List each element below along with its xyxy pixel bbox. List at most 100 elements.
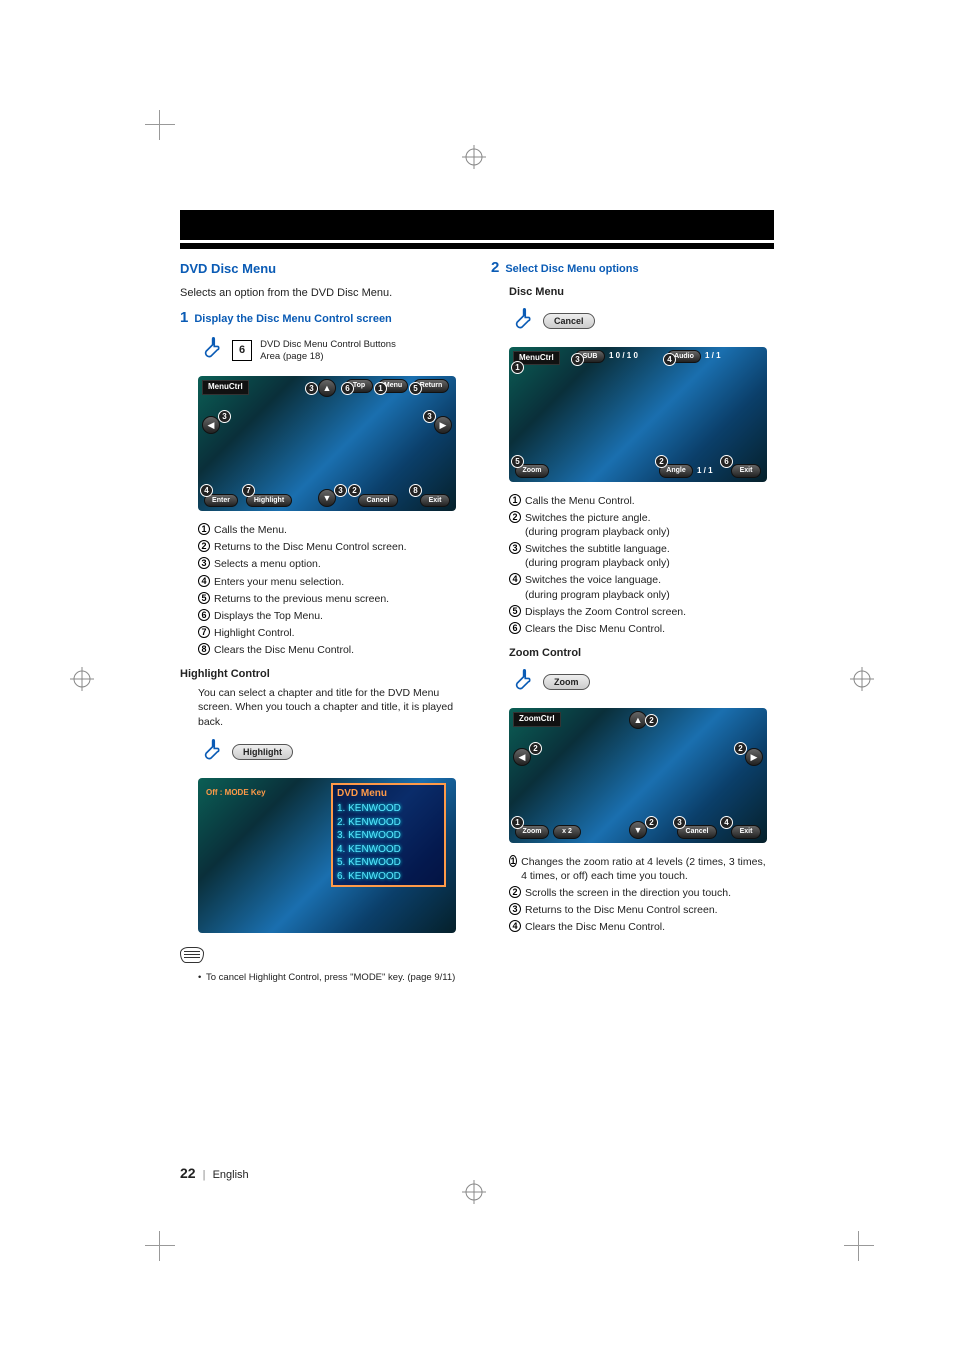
legend-num: 6 (509, 622, 521, 634)
callout-5: 5 (409, 382, 422, 395)
legend-num: 4 (509, 920, 521, 932)
zoom-head: Zoom Control (509, 646, 774, 661)
callout-2b: 2 (529, 742, 542, 755)
note-list: To cancel Highlight Control, press "MODE… (198, 972, 463, 985)
callout-8: 8 (409, 484, 422, 497)
legend-text: Calls the Menu Control. (525, 494, 635, 508)
arrow-left-icon[interactable]: ◀ (513, 748, 531, 766)
callout-7: 7 (242, 484, 255, 497)
legend-num: 3 (509, 903, 521, 915)
legend-num: 6 (198, 609, 210, 621)
menuctrl-legend: 1Calls the Menu. 2Returns to the Disc Me… (198, 523, 463, 657)
footer-lang: English (213, 1169, 249, 1181)
menuctrl-screenshot: MenuCtrl ▲ 3 Top 6 Menu 1 Return 5 ◀ 3 ▶… (198, 376, 456, 511)
touch-hand-icon (509, 667, 535, 698)
step-number: 2 (491, 260, 499, 275)
legend-num: 1 (509, 855, 517, 867)
touch-caption: DVD Disc Menu Control Buttons Area (page… (260, 339, 410, 362)
dvd-menu-title: DVD Menu (337, 787, 440, 801)
reg-mark-top (462, 145, 486, 169)
callout-1: 1 (511, 816, 524, 829)
dvd-menu-item[interactable]: 3. KENWOOD (337, 829, 440, 843)
callout-1: 1 (374, 382, 387, 395)
legend-sub: (during program playback only) (525, 526, 670, 538)
note-text: To cancel Highlight Control, press "MODE… (198, 972, 463, 985)
intro-text: Selects an option from the DVD Disc Menu… (180, 286, 463, 301)
arrow-right-icon[interactable]: ▶ (434, 416, 452, 434)
arrow-right-icon[interactable]: ▶ (745, 748, 763, 766)
callout-3b: 3 (218, 410, 231, 423)
callout-1: 1 (511, 361, 524, 374)
callout-4: 4 (720, 816, 733, 829)
zoom-value[interactable]: x 2 (553, 825, 581, 838)
menuctrl-tag: MenuCtrl (202, 380, 249, 395)
callout-4: 4 (200, 484, 213, 497)
callout-3c: 3 (423, 410, 436, 423)
callout-2: 2 (645, 714, 658, 727)
exit-button[interactable]: Exit (420, 494, 450, 507)
legend-num: 2 (509, 886, 521, 898)
callout-3d: 3 (334, 484, 347, 497)
step-2: 2 Select Disc Menu options (491, 260, 774, 277)
legend-text: Highlight Control. (214, 626, 295, 640)
dvd-menu-item[interactable]: 2. KENWOOD (337, 816, 440, 830)
callout-3: 3 (673, 816, 686, 829)
legend-text: Enters your menu selection. (214, 575, 344, 589)
step-text: Display the Disc Menu Control screen (194, 310, 391, 327)
legend-text: Displays the Zoom Control screen. (525, 605, 686, 619)
legend-num: 3 (198, 557, 210, 569)
highlight-button[interactable]: Highlight (246, 494, 292, 507)
exit-button[interactable]: Exit (731, 464, 761, 477)
arrow-left-icon[interactable]: ◀ (202, 416, 220, 434)
legend-text: Switches the voice language. (525, 574, 661, 586)
exit-button[interactable]: Exit (731, 825, 761, 838)
legend-num: 5 (198, 592, 210, 604)
legend-text: Switches the picture angle. (525, 512, 651, 524)
zoomctrl-tag: ZoomCtrl (513, 712, 561, 727)
zoom-pill-button[interactable]: Zoom (543, 674, 590, 690)
legend-text: Switches the subtitle language. (525, 543, 670, 555)
legend-text: Clears the Disc Menu Control. (525, 920, 665, 934)
legend-text: Selects a menu option. (214, 557, 321, 571)
callout-2: 2 (348, 484, 361, 497)
sub-value: 1 0 / 1 0 (609, 351, 638, 362)
touch-hand-icon (509, 306, 535, 337)
dvd-menu-overlay: DVD Menu 1. KENWOOD 2. KENWOOD 3. KENWOO… (331, 783, 446, 888)
footer-separator: | (203, 1169, 206, 1181)
highlight-para: You can select a chapter and title for t… (198, 686, 463, 729)
legend-sub: (during program playback only) (525, 557, 670, 569)
touch-hand-icon (198, 335, 224, 366)
note-icon (180, 947, 204, 963)
section-title: DVD Disc Menu (180, 260, 463, 278)
legend-num: 2 (509, 511, 521, 523)
legend-num: 5 (509, 605, 521, 617)
reg-mark-right (850, 667, 874, 691)
legend-text: Returns to the previous menu screen. (214, 592, 389, 606)
legend-text: Scrolls the screen in the direction you … (525, 886, 731, 900)
dvd-menu-item[interactable]: 1. KENWOOD (337, 802, 440, 816)
legend-num: 2 (198, 540, 210, 552)
reg-mark-bottom (462, 1180, 486, 1204)
discmenu-legend: 1 Calls the Menu Control. 2 Switches the p… (509, 494, 774, 637)
highlight-pill-button[interactable]: Highlight (232, 744, 293, 760)
dvd-menu-item[interactable]: 6. KENWOOD (337, 870, 440, 884)
arrow-up-icon[interactable]: ▲ (318, 379, 336, 397)
legend-sub: (during program playback only) (525, 589, 670, 601)
crop-mark (145, 1231, 175, 1261)
legend-num: 7 (198, 626, 210, 638)
step-text: Select Disc Menu options (505, 260, 638, 277)
zoom-legend: 1Changes the zoom ratio at 4 levels (2 t… (509, 855, 774, 935)
cancel-button[interactable]: Cancel (358, 494, 398, 507)
legend-num: 4 (198, 575, 210, 587)
legend-text: Displays the Top Menu. (214, 609, 323, 623)
touch-area-keycap: 6 (232, 340, 252, 361)
page-footer: 22 | English (180, 1165, 249, 1181)
callout-2d: 2 (645, 816, 658, 829)
legend-num: 1 (509, 494, 521, 506)
dvd-menu-item[interactable]: 4. KENWOOD (337, 843, 440, 857)
cancel-pill-button[interactable]: Cancel (543, 313, 595, 329)
dvd-menu-item[interactable]: 5. KENWOOD (337, 856, 440, 870)
reg-mark-left (70, 667, 94, 691)
highlight-screenshot: Off : MODE Key DVD Menu 1. KENWOOD 2. KE… (198, 778, 456, 933)
angle-value: 1 / 1 (697, 466, 713, 477)
